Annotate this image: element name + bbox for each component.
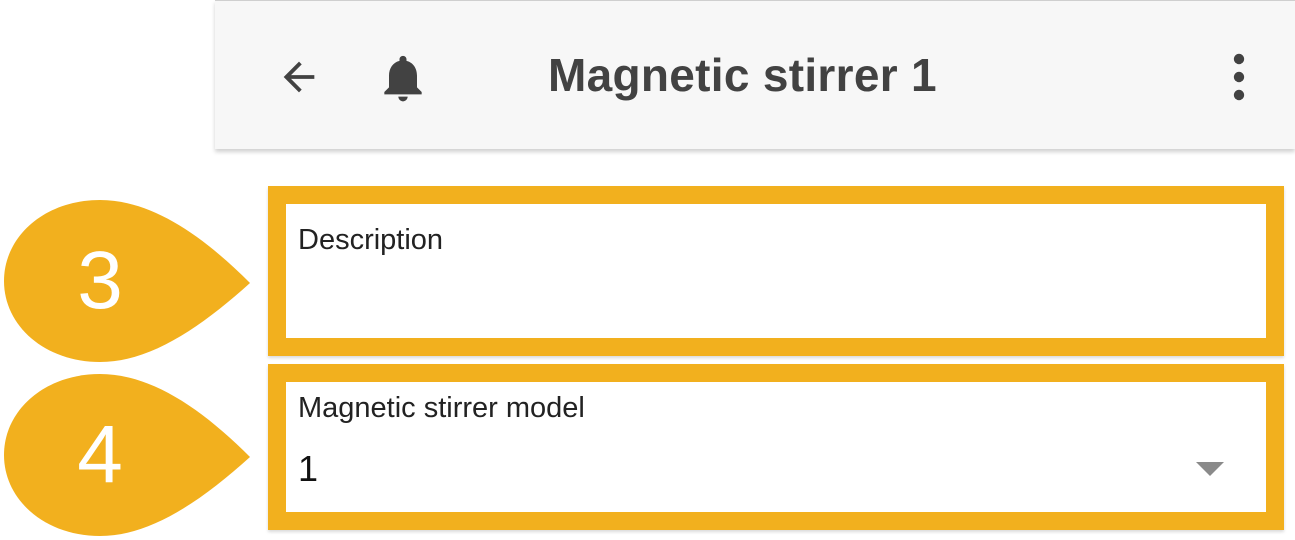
model-select[interactable]: Magnetic stirrer model 1 (286, 382, 1266, 512)
arrow-left-icon (283, 61, 315, 93)
back-button[interactable] (273, 51, 325, 103)
app-bar: Magnetic stirrer 1 (215, 0, 1295, 149)
more-options-button[interactable] (1219, 49, 1259, 105)
chevron-down-icon[interactable] (1196, 462, 1224, 476)
model-label: Magnetic stirrer model (298, 392, 585, 424)
more-vertical-icon (1233, 53, 1245, 101)
page-title: Magnetic stirrer 1 (548, 49, 937, 101)
description-label: Description (298, 224, 444, 256)
callout-marker-4: 4 (0, 372, 255, 538)
description-field[interactable]: Description (286, 204, 1266, 338)
callout-number: 4 (77, 409, 123, 500)
model-value: 1 (298, 448, 319, 489)
notifications-button[interactable] (375, 49, 431, 107)
callout-number: 3 (77, 235, 123, 326)
bell-icon (384, 55, 422, 102)
model-highlight: Magnetic stirrer model 1 (268, 364, 1284, 530)
callout-marker-3: 3 (0, 198, 255, 364)
description-highlight: Description (268, 186, 1284, 356)
screen: Magnetic stirrer 1 3 4 Description Magne… (0, 0, 1295, 540)
